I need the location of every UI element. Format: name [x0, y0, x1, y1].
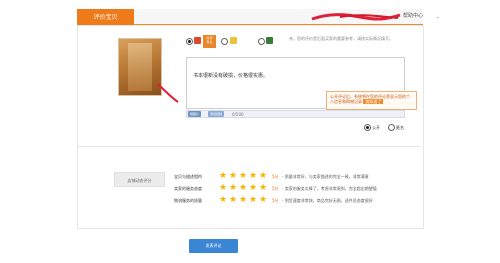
star-icon[interactable]: ★ [219, 195, 227, 205]
star-icon[interactable]: ★ [249, 195, 257, 205]
good-face-icon [194, 37, 201, 44]
star-icon[interactable]: ★ [229, 171, 237, 181]
store-rating-desc: - 到货速度非常快，商品完好无损，送件员态度很好 [282, 198, 373, 203]
store-rating-score: 5分 [272, 198, 279, 203]
section-divider [78, 146, 421, 147]
neutral-face-icon [230, 37, 237, 44]
store-rating-label: 宝贝与描述相符 [174, 174, 202, 179]
store-rating-label: 物流服务的质量 [174, 198, 202, 203]
star-icon[interactable]: ★ [259, 195, 267, 205]
privacy-tooltip: 公开评论后，系统将在您的评论旁显示您的个人信息和购物记录 我知道了 [326, 91, 417, 110]
submit-review-button[interactable]: 发表评论 [189, 239, 238, 253]
star-icon[interactable]: ★ [229, 183, 237, 193]
public-radio[interactable] [364, 124, 371, 131]
store-rating-score: 5分 [272, 186, 279, 191]
page-title: 评价宝贝 [77, 9, 134, 26]
chevron-down-icon: ⌄ [436, 14, 440, 19]
star-icon[interactable]: ★ [249, 183, 257, 193]
anonymous-radio[interactable] [388, 124, 395, 131]
star-icon[interactable]: ★ [249, 171, 257, 181]
star-icon[interactable]: ★ [239, 183, 247, 193]
tooltip-ok-button[interactable]: 我知道了 [363, 99, 384, 104]
redaction-scribble-icon [311, 13, 401, 21]
star-icon[interactable]: ★ [239, 195, 247, 205]
bad-face-icon [266, 37, 273, 44]
redaction-mark-icon [157, 83, 179, 103]
star-icon[interactable]: ★ [259, 183, 267, 193]
star-icon[interactable]: ★ [259, 171, 267, 181]
star-icon[interactable]: ★ [239, 171, 247, 181]
public-label: 公开 [372, 125, 380, 130]
review-text: 书本很新没有破损，价格很实惠。 [193, 73, 269, 79]
store-rating-desc: - 卖家的服务太棒了，考虑非常周到，完全超出期望值 [282, 186, 377, 191]
rating-bad-radio[interactable] [258, 38, 265, 45]
store-rating-label: 卖家的服务态度 [174, 186, 202, 191]
good-reward-badge: 好评 有礼 [203, 35, 216, 48]
star-icon[interactable]: ★ [219, 183, 227, 193]
star-icon[interactable]: ★ [219, 171, 227, 181]
help-center-link[interactable]: 帮助中心 [403, 13, 423, 19]
rating-good-radio[interactable] [186, 38, 193, 45]
store-rating-desc: - 质量非常好，与卖家描述的完全一致，非常满意 [282, 174, 369, 179]
add-video-button[interactable]: 添加视频 [208, 111, 225, 117]
star-icon[interactable]: ★ [229, 195, 237, 205]
store-rating-button[interactable]: 店铺动态评分 [114, 172, 165, 187]
char-counter: 0/500 [232, 112, 244, 117]
upload-image-button[interactable]: 晒图片 [188, 111, 202, 117]
rating-neutral-radio[interactable] [221, 38, 228, 45]
store-rating-score: 5分 [272, 174, 279, 179]
rating-hint: 亲，您的评价是后面买家的重要参考，请按实际情况填写。 [289, 36, 393, 41]
anonymous-label: 匿名 [396, 125, 404, 130]
